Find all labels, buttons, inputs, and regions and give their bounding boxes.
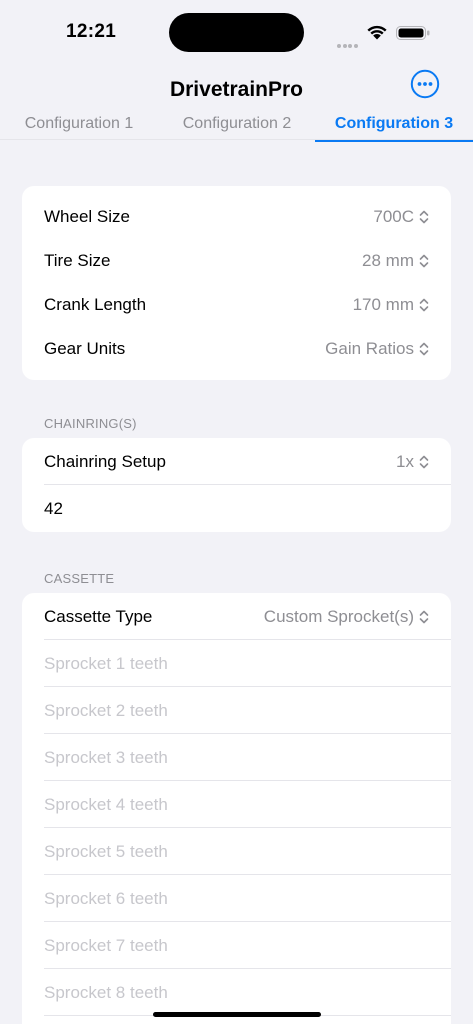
tire-size-row[interactable]: Tire Size 28 mm [22,239,451,283]
cassette-type-picker[interactable]: Custom Sprocket(s) [264,607,429,627]
dynamic-island [169,13,304,52]
configuration-tabs: Configuration 1 Configuration 2 Configur… [0,112,473,142]
sprocket-7-placeholder: Sprocket 7 teeth [44,935,168,955]
gear-units-label: Gear Units [44,339,126,358]
home-indicator[interactable] [153,1012,321,1017]
sprocket-6-field[interactable]: Sprocket 6 teeth [22,875,451,922]
sprocket-4-field[interactable]: Sprocket 4 teeth [22,781,451,828]
chevron-up-down-icon [419,210,429,224]
tire-size-label: Tire Size [44,251,111,270]
crank-length-label: Crank Length [44,295,147,314]
more-options-button[interactable] [410,69,440,99]
crank-length-row[interactable]: Crank Length 170 mm [22,283,451,327]
sprocket-5-placeholder: Sprocket 5 teeth [44,841,168,861]
cassette-type-row[interactable]: Cassette Type Custom Sprocket(s) [22,593,451,640]
wheel-size-row[interactable]: Wheel Size 700C [22,195,451,239]
gear-units-row[interactable]: Gear Units Gain Ratios [22,327,451,371]
tabs-divider [0,139,473,140]
chainring-teeth-value[interactable]: 42 [44,499,429,519]
chainring-section-header: CHAINRING(S) [44,416,137,431]
chevron-up-down-icon [419,298,429,312]
cassette-card: Cassette Type Custom Sprocket(s) Sprocke… [22,593,451,1024]
wifi-icon [367,25,387,40]
chainring-card: Chainring Setup 1x 42 [22,438,451,532]
chainring-setup-row[interactable]: Chainring Setup 1x [22,438,451,485]
chevron-up-down-icon [419,342,429,356]
cassette-section-header: CASSETTE [44,571,115,586]
chevron-up-down-icon [419,610,429,623]
sprocket-3-placeholder: Sprocket 3 teeth [44,747,168,767]
sprocket-8-placeholder: Sprocket 8 teeth [44,982,168,1002]
chevron-up-down-icon [419,455,429,468]
sprocket-1-placeholder: Sprocket 1 teeth [44,653,168,673]
sprocket-2-placeholder: Sprocket 2 teeth [44,700,168,720]
sprocket-4-placeholder: Sprocket 4 teeth [44,794,168,814]
tab-configuration-2[interactable]: Configuration 2 [172,112,302,140]
chevron-up-down-icon [419,254,429,268]
chainring-setup-label: Chainring Setup [44,451,166,471]
status-time: 12:21 [66,21,117,42]
cellular-signal-icon [337,35,359,53]
gear-units-picker[interactable]: Gain Ratios [325,339,429,359]
sprocket-2-field[interactable]: Sprocket 2 teeth [22,687,451,734]
wheel-size-label: Wheel Size [44,207,130,226]
sprocket-6-placeholder: Sprocket 6 teeth [44,888,168,908]
chainring-teeth-field[interactable]: 42 [22,485,451,532]
sprocket-7-field[interactable]: Sprocket 7 teeth [22,922,451,969]
battery-icon [396,26,430,40]
sprocket-5-field[interactable]: Sprocket 5 teeth [22,828,451,875]
tire-size-picker[interactable]: 28 mm [362,251,429,271]
cassette-type-label: Cassette Type [44,606,153,626]
wheel-size-picker[interactable]: 700C [373,207,429,227]
page-title: DrivetrainPro [169,78,304,101]
crank-length-picker[interactable]: 170 mm [353,295,429,315]
chainring-setup-picker[interactable]: 1x [396,452,429,472]
sprocket-3-field[interactable]: Sprocket 3 teeth [22,734,451,781]
tab-configuration-3[interactable]: Configuration 3 [315,112,473,142]
sprocket-1-field[interactable]: Sprocket 1 teeth [22,640,451,687]
general-settings-card: Wheel Size 700C Tire Size 28 mm Crank Le… [22,186,451,380]
tab-configuration-1[interactable]: Configuration 1 [14,112,144,140]
status-bar: 12:21 [0,0,473,60]
sprocket-8-field[interactable]: Sprocket 8 teeth [22,969,451,1016]
